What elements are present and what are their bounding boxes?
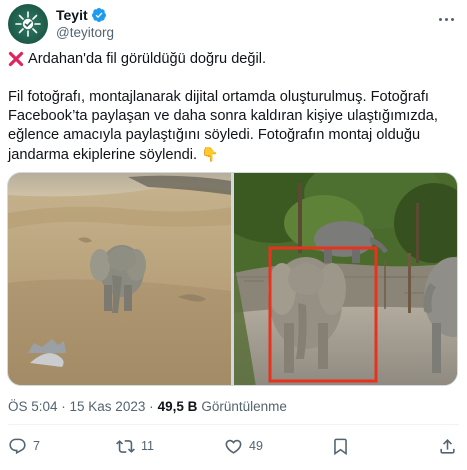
handle[interactable]: @teyitorg <box>56 25 114 40</box>
views-label: Görüntülenme <box>201 399 287 414</box>
avatar[interactable] <box>8 4 48 44</box>
share-button[interactable] <box>438 434 457 458</box>
media-grid <box>7 172 458 386</box>
elephant-on-grassy-hill-photo[interactable] <box>8 173 231 385</box>
tweet-text: Ardahan'da fil görüldüğü doğru değil. Fi… <box>8 50 458 165</box>
tweet-header: Teyit @teyitorg <box>8 4 459 44</box>
divider <box>8 424 459 425</box>
retweet-icon <box>116 439 135 453</box>
reply-icon <box>9 438 26 454</box>
pointing-down-emoji-icon: 👇 <box>201 146 219 162</box>
tweet-paragraph-2-text: Fil fotoğrafı, montajlanarak dijital ort… <box>8 89 438 163</box>
cross-mark-icon <box>8 51 24 66</box>
tweet-line-1: Ardahan'da fil görüldüğü doğru değil. <box>8 50 458 69</box>
name-line: Teyit <box>56 7 107 23</box>
elephants-in-zoo-enclosure-photo[interactable] <box>234 173 457 385</box>
heart-icon <box>225 439 242 454</box>
display-name[interactable]: Teyit <box>56 7 88 23</box>
tweet-meta: ÖS 5:04 · 15 Kas 2023 · 49,5 B Görüntüle… <box>8 399 287 414</box>
verified-badge-icon <box>91 8 106 22</box>
retweet-count: 11 <box>141 439 154 453</box>
tweet-paragraph-2: Fil fotoğrafı, montajlanarak dijital ort… <box>8 88 458 165</box>
more-options-icon[interactable] <box>435 10 457 28</box>
share-icon <box>440 438 455 454</box>
teyit-logo-icon <box>15 11 41 37</box>
retweet-button[interactable]: 11 <box>116 434 154 458</box>
timestamp[interactable]: ÖS 5:04 · 15 Kas 2023 · <box>8 399 154 414</box>
like-count: 49 <box>249 439 263 453</box>
reply-button[interactable]: 7 <box>8 434 40 458</box>
bookmark-button[interactable] <box>331 434 350 458</box>
like-button[interactable]: 49 <box>224 434 263 458</box>
tweet-line-1-text: Ardahan'da fil görüldüğü doğru değil. <box>28 51 267 67</box>
action-bar: 7 11 49 <box>8 434 459 458</box>
reply-count: 7 <box>33 439 40 453</box>
views-count: 49,5 B <box>157 399 198 414</box>
bookmark-icon <box>334 438 347 455</box>
